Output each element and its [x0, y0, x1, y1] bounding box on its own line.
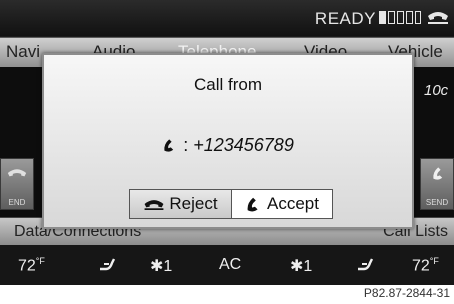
dialog-title: Call from: [193, 75, 262, 94]
ready-status: READY: [314, 9, 376, 28]
signal-strength-icon: [379, 11, 421, 24]
menu-item-navi[interactable]: Navi: [6, 42, 40, 62]
hang-up-icon: [144, 200, 164, 210]
left-seat-airflow-icon[interactable]: [98, 257, 120, 273]
accept-button[interactable]: Accept: [232, 190, 332, 218]
caller-separator: :: [183, 135, 189, 155]
fan-icon: ✱: [290, 258, 304, 275]
caller-info: : +123456789: [44, 135, 412, 156]
right-temperature[interactable]: 72°F: [412, 256, 439, 275]
head-unit-screen: READY Navi Audio Telephone Video Vehicle…: [0, 0, 454, 285]
phone-handset-icon: [428, 12, 448, 24]
background-text-fragment: 10c: [424, 82, 449, 99]
call-action-buttons: Reject Accept: [129, 189, 333, 219]
climate-bar: 72°F ✱1 AC ✱1 72°F: [0, 245, 454, 285]
end-label: END: [8, 198, 26, 207]
accept-label: Accept: [267, 194, 319, 213]
ac-button[interactable]: AC: [219, 256, 241, 274]
left-fan-level[interactable]: ✱1: [150, 256, 172, 276]
incoming-call-dialog: Call from : +123456789 Reject Accept: [42, 53, 414, 229]
left-temperature[interactable]: 72°F: [18, 256, 45, 275]
right-fan-level[interactable]: ✱1: [290, 256, 312, 276]
handset-icon: [433, 167, 443, 180]
handset-icon: [164, 139, 174, 152]
send-call-side-button[interactable]: SEND: [420, 158, 454, 210]
fan-icon: ✱: [150, 258, 164, 275]
hang-up-icon: [7, 169, 27, 177]
reject-label: Reject: [169, 194, 218, 213]
send-label: SEND: [425, 198, 449, 207]
reject-button[interactable]: Reject: [130, 190, 232, 218]
handset-icon: [247, 197, 258, 212]
figure-caption: P82.87-2844-31: [363, 286, 450, 300]
status-bar: READY: [0, 0, 454, 36]
end-call-side-button[interactable]: END: [0, 158, 34, 210]
caller-number: +123456789: [193, 135, 294, 155]
right-seat-airflow-icon[interactable]: [356, 257, 378, 273]
